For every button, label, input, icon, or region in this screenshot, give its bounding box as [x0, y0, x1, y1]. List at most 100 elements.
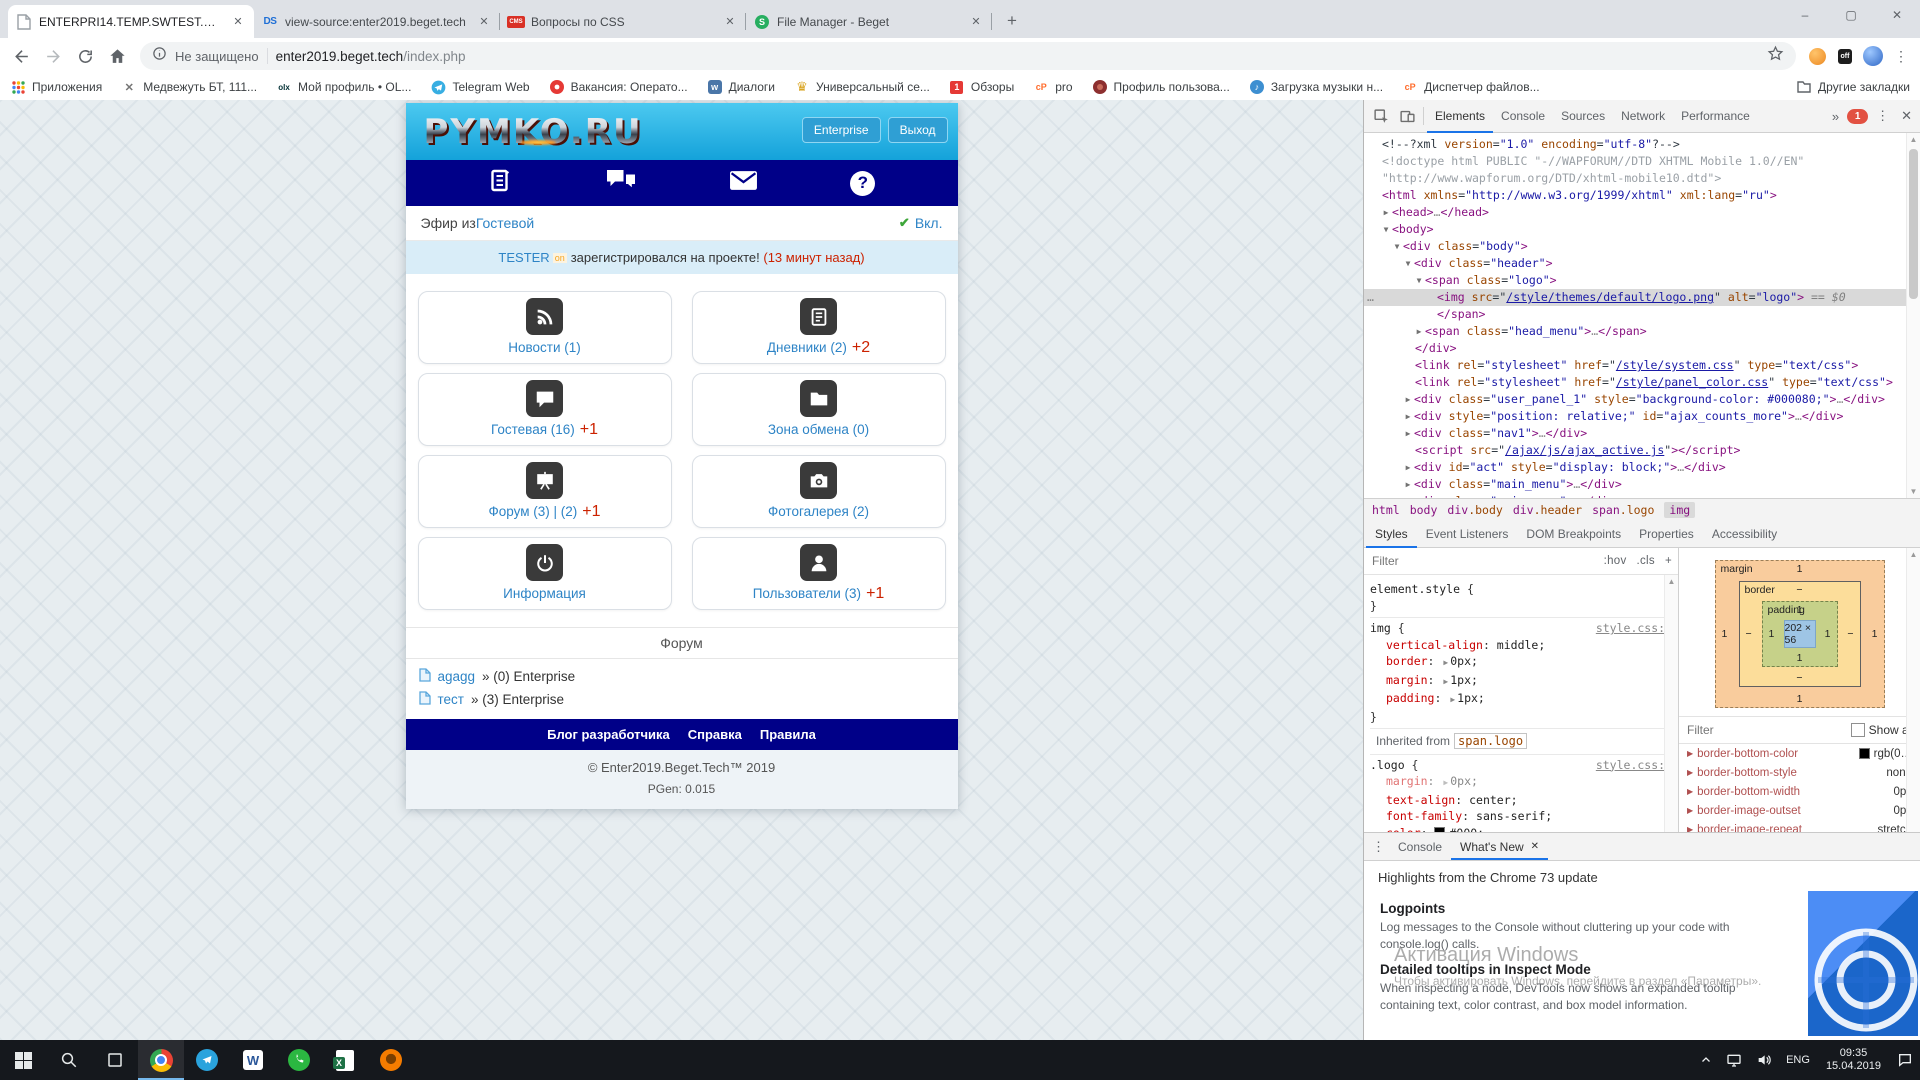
- elements-scrollbar[interactable]: ▲ ▼: [1906, 133, 1920, 498]
- dom-tree-node[interactable]: ▼<span class="logo">: [1364, 272, 1920, 289]
- dom-tree-node[interactable]: ▶<div class="user_panel_1" style="backgr…: [1364, 391, 1920, 408]
- tile-link[interactable]: Зона обмена (0): [768, 422, 869, 437]
- style-rule[interactable]: style.css:1img {vertical-align: middle;b…: [1370, 618, 1672, 729]
- tile-link[interactable]: Дневники (2): [767, 340, 847, 355]
- ether-state-link[interactable]: Вкл.: [915, 215, 943, 231]
- tab-close-icon[interactable]: ✕: [722, 14, 738, 30]
- computed-property-row[interactable]: ▶border-bottom-colorrgb(0…: [1679, 744, 1920, 763]
- tile-link[interactable]: Гостевая (16): [491, 422, 575, 437]
- browser-menu-icon[interactable]: ⋮: [1888, 43, 1914, 69]
- expand-arrow-icon[interactable]: ▶: [1380, 204, 1392, 221]
- bookmark-item[interactable]: olxМой профиль • OL...: [276, 79, 411, 95]
- dom-tree-node[interactable]: ▶<head>…</head>: [1364, 204, 1920, 221]
- devtools-tab-sources[interactable]: Sources: [1553, 100, 1613, 133]
- tile-link[interactable]: Пользователи (3): [753, 586, 861, 601]
- info-icon[interactable]: [152, 46, 167, 66]
- css-property[interactable]: text-align: center;: [1370, 792, 1672, 809]
- css-property[interactable]: margin: ▶0px;: [1370, 773, 1672, 792]
- bookmark-item[interactable]: ♛Универсальный се...: [794, 79, 930, 95]
- expand-arrow-icon[interactable]: ▶: [1402, 391, 1414, 408]
- bookmark-item[interactable]: ♪Загрузка музыки н...: [1249, 79, 1383, 95]
- tile-link[interactable]: Форум (3) | (2): [488, 504, 577, 519]
- taskbar-chrome-icon[interactable]: [138, 1040, 184, 1080]
- dom-tree-node[interactable]: <link rel="stylesheet" href="/style/syst…: [1364, 357, 1920, 374]
- tile-folder[interactable]: Зона обмена (0): [692, 373, 946, 446]
- error-badge[interactable]: 1: [1847, 109, 1868, 124]
- css-property[interactable]: vertical-align: middle;: [1370, 637, 1672, 654]
- inspect-element-icon[interactable]: [1368, 103, 1394, 129]
- expand-arrow-icon[interactable]: ▶: [1413, 323, 1425, 340]
- drawer-menu-icon[interactable]: ⋮: [1368, 839, 1389, 855]
- dom-tree-node[interactable]: "http://www.wapforum.org/DTD/xhtml-mobil…: [1364, 170, 1920, 187]
- sidebar-tab-event-listeners[interactable]: Event Listeners: [1417, 521, 1518, 548]
- dom-tree-node[interactable]: ▶<span class="head_menu">…</span>: [1364, 323, 1920, 340]
- device-toolbar-icon[interactable]: [1394, 103, 1420, 129]
- reload-button[interactable]: [70, 41, 100, 71]
- dom-tree-node[interactable]: ▼<body>: [1364, 221, 1920, 238]
- bookmark-item[interactable]: 1Обзоры: [949, 79, 1014, 95]
- bookmark-star-icon[interactable]: [1767, 45, 1784, 67]
- drawer-tab-console[interactable]: Console: [1389, 833, 1451, 860]
- tile-journal[interactable]: Дневники (2)+2: [692, 291, 946, 364]
- forum-topic-row[interactable]: тест » (3) Enterprise: [419, 688, 945, 711]
- tile-chat[interactable]: Гостевая (16)+1: [418, 373, 672, 446]
- devtools-menu-icon[interactable]: ⋮: [1872, 108, 1893, 124]
- security-label[interactable]: Не защищено: [175, 49, 259, 64]
- bookmark-item[interactable]: Telegram Web: [430, 79, 529, 95]
- tile-user[interactable]: Пользователи (3)+1: [692, 537, 946, 610]
- css-property[interactable]: border: ▶0px;: [1370, 653, 1672, 672]
- profile-avatar[interactable]: [1860, 43, 1886, 69]
- bookmark-item[interactable]: Профиль пользова...: [1092, 79, 1230, 95]
- dom-tree-node[interactable]: </span>: [1364, 306, 1920, 323]
- whats-new-item-title[interactable]: Detailed tooltips in Inspect Mode: [1380, 962, 1790, 977]
- taskbar-whatsapp-icon[interactable]: [276, 1040, 322, 1080]
- css-property[interactable]: font-family: sans-serif;: [1370, 808, 1672, 825]
- tile-link[interactable]: Новости (1): [508, 340, 581, 355]
- breadcrumb-span[interactable]: span.logo: [1592, 503, 1654, 517]
- expand-arrow-icon[interactable]: ▶: [1402, 459, 1414, 476]
- box-model-diagram[interactable]: margin 1 1 1 1 border − − − − padding 1: [1715, 560, 1885, 708]
- sidebar-tab-dom-breakpoints[interactable]: DOM Breakpoints: [1517, 521, 1630, 548]
- taskbar-spreadsheet-icon[interactable]: [322, 1040, 368, 1080]
- browser-tab[interactable]: SFile Manager - Beget✕: [746, 5, 992, 38]
- forward-button[interactable]: [38, 41, 68, 71]
- bookmark-item[interactable]: cPpro: [1033, 79, 1072, 95]
- task-view-button[interactable]: [92, 1040, 138, 1080]
- computed-property-row[interactable]: ▶border-bottom-stylenone: [1679, 763, 1920, 782]
- dom-tree-node[interactable]: ▶<div id="act" style="display: block;">……: [1364, 459, 1920, 476]
- more-tabs-icon[interactable]: »: [1828, 109, 1843, 124]
- browser-tab[interactable]: CMSВопросы по CSS✕: [500, 5, 746, 38]
- computed-filter-input[interactable]: [1685, 722, 1845, 738]
- show-all-checkbox[interactable]: [1851, 723, 1865, 737]
- devtools-tab-console[interactable]: Console: [1493, 100, 1553, 133]
- devtools-tab-elements[interactable]: Elements: [1427, 100, 1493, 133]
- other-bookmarks-button[interactable]: Другие закладки: [1796, 79, 1910, 95]
- dom-tree-node[interactable]: <script src="/ajax/js/ajax_active.js"></…: [1364, 442, 1920, 459]
- restore-button[interactable]: ▢: [1828, 0, 1874, 30]
- breadcrumb-html[interactable]: html: [1372, 503, 1400, 517]
- dom-tree-node[interactable]: <!doctype html PUBLIC "-//WAPFORUM//DTD …: [1364, 153, 1920, 170]
- collapse-arrow-icon[interactable]: ▼: [1391, 238, 1403, 255]
- site-logo[interactable]: PYMKO.RU: [424, 112, 643, 152]
- drawer-tab-whatsnew[interactable]: What's New✕: [1451, 833, 1548, 860]
- bookmark-item[interactable]: Вакансия: Операто...: [549, 79, 688, 95]
- expand-arrow-icon[interactable]: ▶: [1402, 425, 1414, 442]
- chat-menu-icon[interactable]: [605, 168, 637, 198]
- tile-link[interactable]: Информация: [503, 586, 586, 601]
- minimize-button[interactable]: –: [1782, 0, 1828, 30]
- tab-close-icon[interactable]: ✕: [230, 14, 246, 30]
- breadcrumb-div[interactable]: div.body: [1447, 503, 1502, 517]
- volume-icon[interactable]: [1749, 1040, 1779, 1080]
- action-center-icon[interactable]: [1890, 1040, 1920, 1080]
- sidebar-tab-styles[interactable]: Styles: [1366, 521, 1417, 548]
- tab-close-icon[interactable]: ✕: [968, 14, 984, 30]
- enterprise-button[interactable]: Enterprise: [802, 117, 881, 143]
- breadcrumb-img[interactable]: img: [1664, 502, 1695, 518]
- toggle-class-button[interactable]: .cls: [1637, 555, 1655, 567]
- search-icon[interactable]: [46, 1040, 92, 1080]
- tile-link[interactable]: Фотогалерея (2): [768, 504, 869, 519]
- dom-tree-node[interactable]: <!--?xml version="1.0" encoding="utf-8"?…: [1364, 136, 1920, 153]
- dom-tree-node[interactable]: ▼<div class="header">: [1364, 255, 1920, 272]
- back-button[interactable]: [6, 41, 36, 71]
- help-menu-icon[interactable]: [850, 171, 875, 196]
